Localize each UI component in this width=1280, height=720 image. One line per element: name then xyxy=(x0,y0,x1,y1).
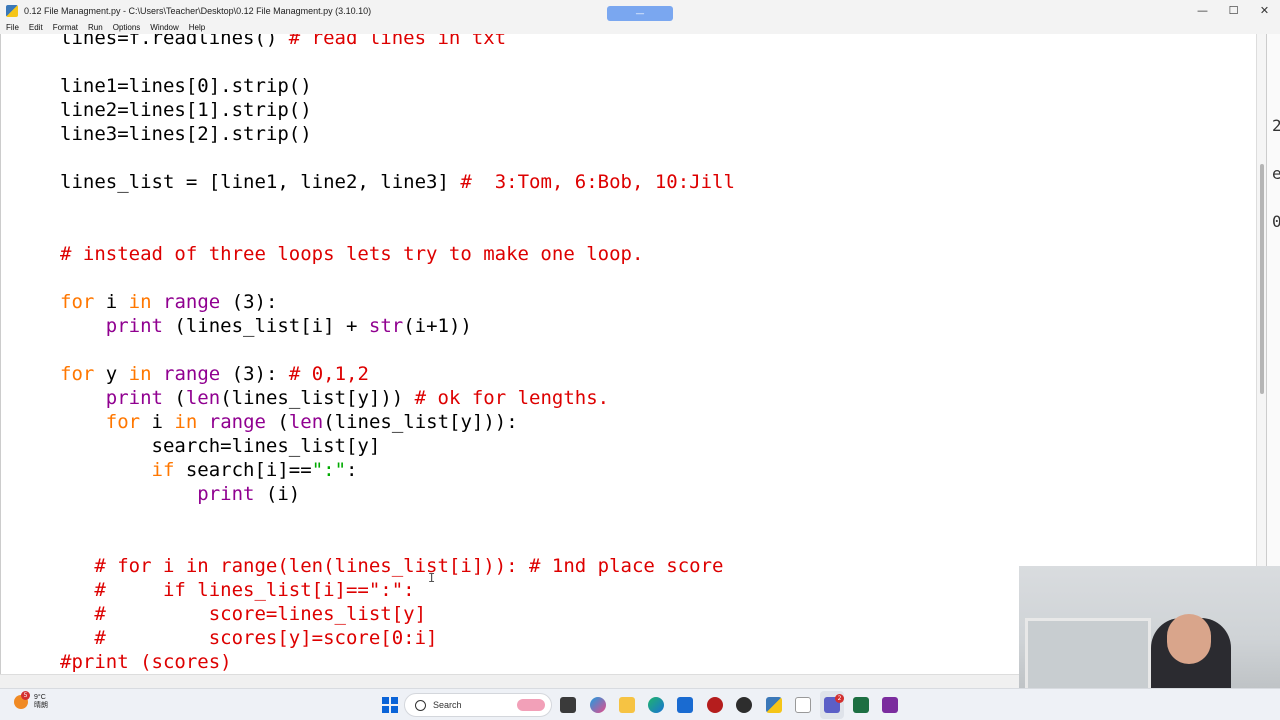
minimize-button[interactable]: — xyxy=(1187,0,1218,21)
weather-badge: 5 xyxy=(21,691,30,700)
weather-desc: 晴朗 xyxy=(34,702,48,709)
code-line[interactable]: line2=lines[1].strip() xyxy=(60,98,312,122)
code-line[interactable]: line3=lines[2].strip() xyxy=(60,122,312,146)
task-view-icon[interactable] xyxy=(560,697,576,713)
maximize-button[interactable]: ☐ xyxy=(1218,0,1249,21)
close-button[interactable]: ✕ xyxy=(1249,0,1280,21)
search-icon xyxy=(415,699,426,711)
code-line[interactable]: # score=lines_list[y] xyxy=(60,602,426,626)
code-line[interactable]: lines=f.readlines() # read lines in txt xyxy=(60,34,506,50)
background-window-text: 0 xyxy=(1272,212,1280,231)
teams-badge: 2 xyxy=(835,694,844,703)
text-cursor-icon: I xyxy=(428,571,436,585)
code-line[interactable]: lines_list = [line1, line2, line3] # 3:T… xyxy=(60,170,735,194)
code-line[interactable]: print (len(lines_list[y])) # ok for leng… xyxy=(60,386,609,410)
store-icon[interactable] xyxy=(677,697,693,713)
code-line[interactable]: # scores[y]=score[0:i] xyxy=(60,626,437,650)
scrollbar-thumb[interactable] xyxy=(1260,164,1264,394)
code-line[interactable]: # if lines_list[i]==":": xyxy=(60,578,414,602)
webcam-overlay xyxy=(1019,566,1280,688)
weather-sun-icon: 5 xyxy=(14,691,30,709)
menu-bar: File Edit Format Run Options Window Help xyxy=(0,21,1280,34)
code-line[interactable]: print (i) xyxy=(60,482,300,506)
menu-edit[interactable]: Edit xyxy=(29,23,43,32)
menu-help[interactable]: Help xyxy=(189,23,205,32)
taskbar-search[interactable]: Search xyxy=(404,693,552,717)
python-idle-taskbar-icon[interactable] xyxy=(766,697,782,713)
code-line[interactable]: print (lines_list[i] + str(i+1)) xyxy=(60,314,472,338)
code-line[interactable]: for y in range (3): # 0,1,2 xyxy=(60,362,369,386)
taskbar: 5 9°C 晴朗 Search 2 xyxy=(0,688,1280,720)
menu-run[interactable]: Run xyxy=(88,23,103,32)
search-placeholder: Search xyxy=(433,700,462,710)
search-highlight-icon xyxy=(517,699,545,711)
python-idle-icon xyxy=(6,4,18,17)
windows-logo-icon xyxy=(382,697,389,704)
background-window-text: e xyxy=(1272,164,1280,183)
code-line[interactable]: # instead of three loops lets try to mak… xyxy=(60,242,643,266)
weather-widget[interactable]: 5 9°C 晴朗 xyxy=(14,691,48,710)
weather-text: 9°C 晴朗 xyxy=(34,694,48,710)
background-window-text: 2 xyxy=(1272,116,1280,135)
file-explorer-icon[interactable] xyxy=(619,697,635,713)
code-line[interactable]: for i in range (3): xyxy=(60,290,277,314)
window-controls: — ☐ ✕ xyxy=(1187,0,1280,21)
copilot-icon[interactable] xyxy=(590,697,606,713)
menu-window[interactable]: Window xyxy=(150,23,178,32)
onenote-icon[interactable] xyxy=(882,697,898,713)
code-line[interactable]: #print (scores) xyxy=(60,650,232,674)
recording-app-icon[interactable] xyxy=(707,697,723,713)
edge-browser-icon[interactable] xyxy=(648,697,664,713)
weather-temp: 9°C xyxy=(34,694,46,701)
code-line[interactable]: # for i in range(len(lines_list[i])): # … xyxy=(60,554,723,578)
spreadsheet-icon[interactable] xyxy=(853,697,869,713)
code-line[interactable]: if search[i]==":": xyxy=(60,458,358,482)
start-button[interactable] xyxy=(382,697,398,713)
code-line[interactable]: search=lines_list[y] xyxy=(60,434,381,458)
title-center-pill[interactable]: — xyxy=(607,6,673,21)
notepad-icon[interactable] xyxy=(795,697,811,713)
obs-studio-icon[interactable] xyxy=(736,697,752,713)
menu-format[interactable]: Format xyxy=(53,23,78,32)
windows-logo-icon xyxy=(382,706,389,713)
window-title: 0.12 File Managment.py - C:\Users\Teache… xyxy=(24,5,372,16)
webcam-background-window xyxy=(1025,618,1151,688)
webcam-person-head xyxy=(1167,614,1211,664)
windows-logo-icon xyxy=(391,697,398,704)
code-line[interactable]: line1=lines[0].strip() xyxy=(60,74,312,98)
menu-file[interactable]: File xyxy=(6,23,19,32)
code-line[interactable]: for i in range (len(lines_list[y])): xyxy=(60,410,518,434)
title-bar: 0.12 File Managment.py - C:\Users\Teache… xyxy=(0,0,1280,21)
windows-logo-icon xyxy=(391,706,398,713)
menu-options[interactable]: Options xyxy=(113,23,141,32)
